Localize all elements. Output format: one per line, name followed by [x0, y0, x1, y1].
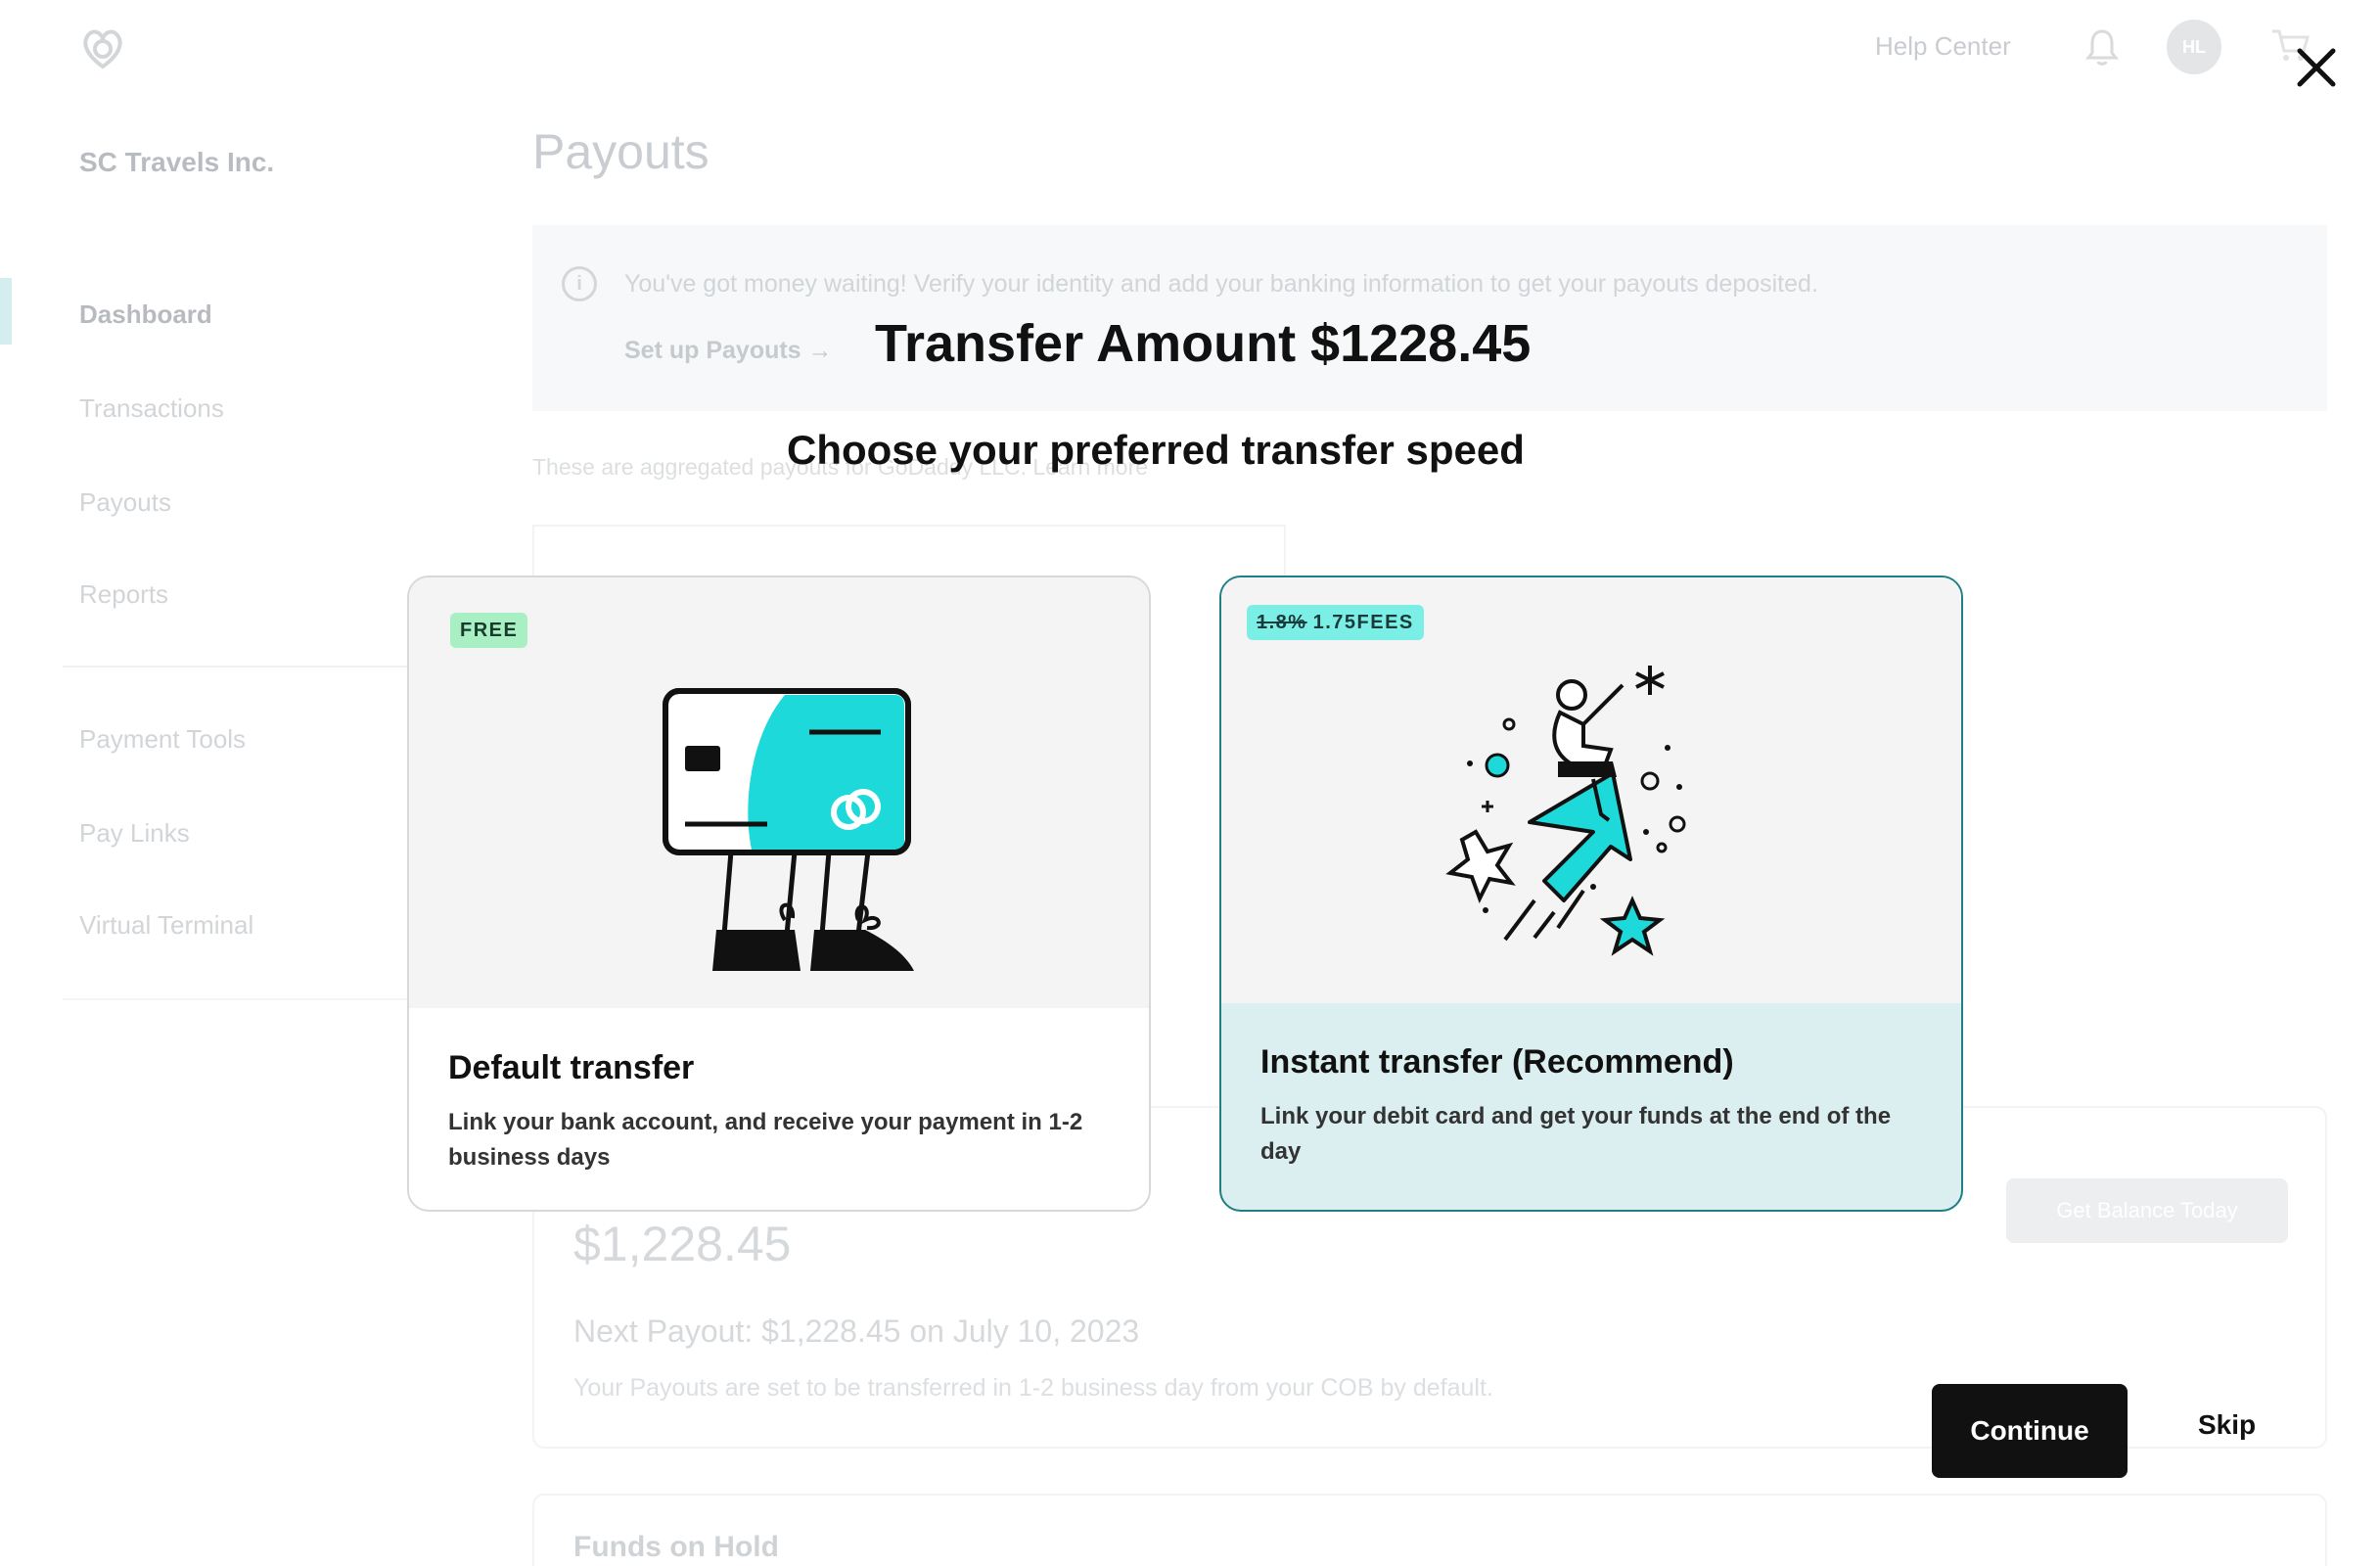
transfer-speed-modal: Transfer Amount $1228.45 Choose your pre… [0, 0, 2380, 1566]
rocket-arrow-icon [1445, 666, 1686, 956]
instant-transfer-description: Link your debit card and get your funds … [1260, 1103, 1892, 1165]
walking-card-icon [663, 688, 914, 971]
default-transfer-body: Default transfer Link your bank account,… [448, 1049, 1110, 1175]
default-transfer-illustration: FREE [409, 577, 1149, 1008]
instant-transfer-illustration: 1.8% 1.75FEES [1221, 577, 1961, 1003]
default-transfer-title: Default transfer [448, 1049, 695, 1086]
fees-badge-old-rate: 1.8% [1257, 611, 1307, 633]
modal-title: Transfer Amount $1228.45 [875, 314, 1532, 373]
default-transfer-description: Link your bank account, and receive your… [448, 1109, 1083, 1171]
modal-subtitle: Choose your preferred transfer speed [787, 427, 1525, 473]
fees-badge: 1.8% 1.75FEES [1247, 605, 1424, 640]
instant-transfer-option[interactable]: 1.8% 1.75FEES Instant transfer (Recommen… [1219, 576, 1963, 1212]
default-transfer-option[interactable]: FREE Default transfer Link your bank acc… [407, 576, 1151, 1212]
instant-transfer-title: Instant transfer (Recommend) [1260, 1043, 1734, 1081]
continue-button[interactable]: Continue [1932, 1384, 2128, 1478]
skip-button[interactable]: Skip [2198, 1409, 2256, 1441]
close-icon[interactable] [2292, 43, 2341, 92]
fees-badge-new-rate: 1.75FEES [1312, 611, 1414, 633]
instant-transfer-body: Instant transfer (Recommend) Link your d… [1260, 1043, 1922, 1170]
free-badge: FREE [450, 613, 528, 648]
